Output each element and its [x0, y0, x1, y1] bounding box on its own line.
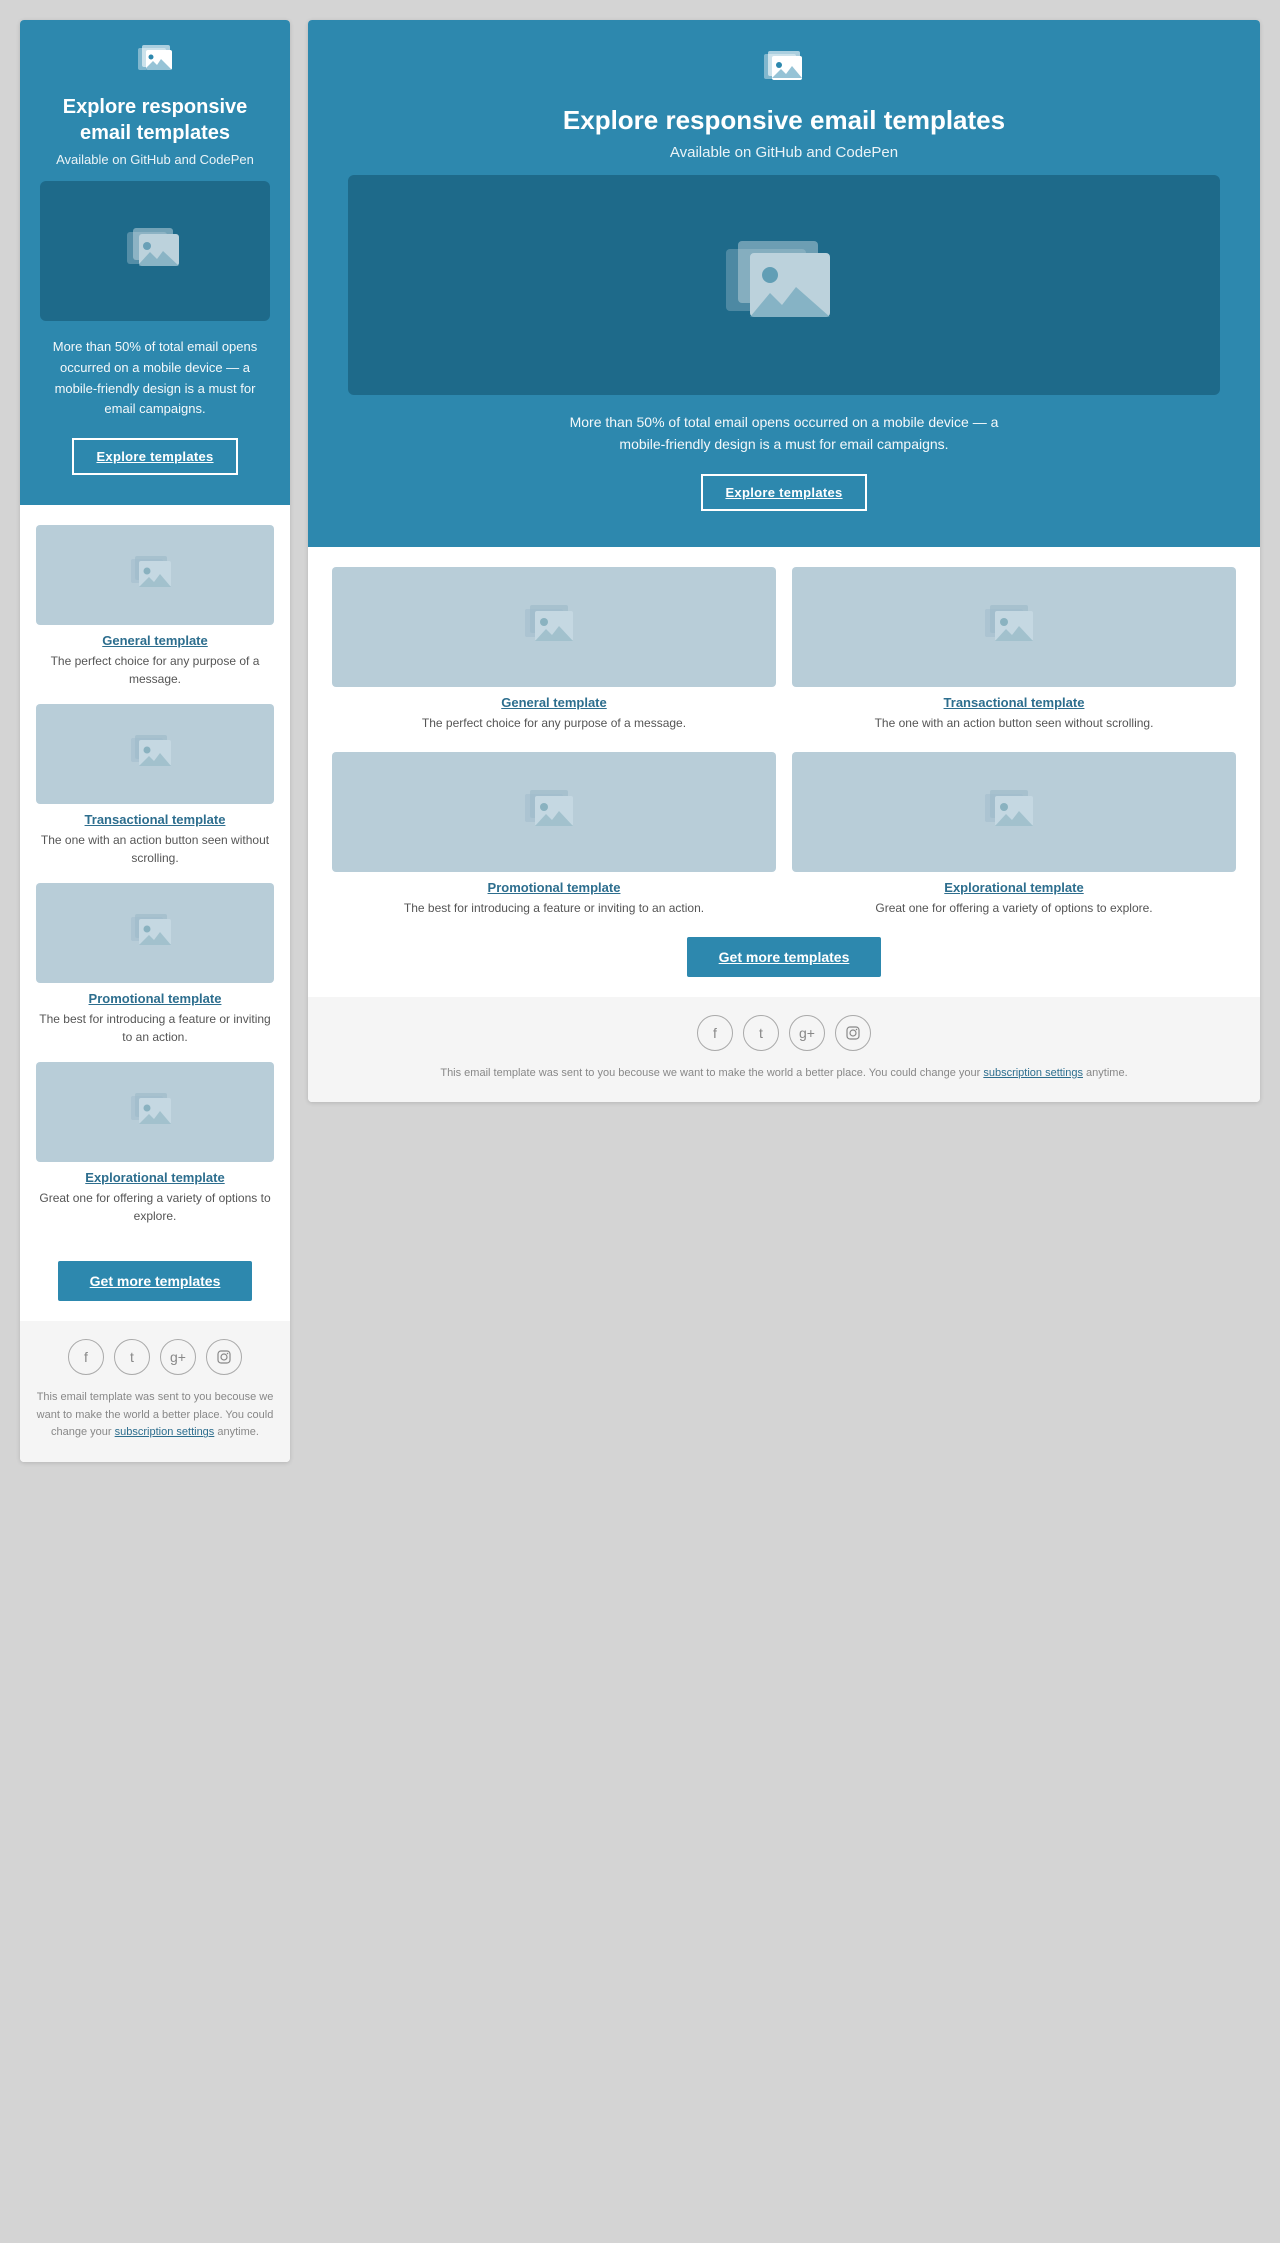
- desktop-get-more-section: Get more templates: [308, 927, 1260, 997]
- template-thumb-promotional-mobile: [36, 883, 274, 983]
- list-item: General template The perfect choice for …: [332, 567, 776, 732]
- transactional-template-desc-mobile: The one with an action button seen witho…: [36, 831, 274, 867]
- mobile-footer: f t g+ This email template was sent to y…: [20, 1321, 290, 1462]
- mobile-subscription-link[interactable]: subscription settings: [115, 1426, 215, 1438]
- template-thumb-explorational-desktop: [792, 752, 1236, 872]
- mobile-footer-text-after: anytime.: [214, 1426, 259, 1438]
- general-template-link-mobile[interactable]: General template: [36, 633, 274, 648]
- mobile-get-more-button[interactable]: Get more templates: [58, 1261, 253, 1301]
- desktop-get-more-button[interactable]: Get more templates: [687, 937, 882, 977]
- mobile-hero: Explore responsive email templates Avail…: [20, 20, 290, 505]
- mobile-footer-text: This email template was sent to you beco…: [36, 1389, 274, 1442]
- desktop-hero-desc: More than 50% of total email opens occur…: [564, 411, 1004, 456]
- instagram-icon-desktop[interactable]: [835, 1015, 871, 1051]
- page-wrapper: Explore responsive email templates Avail…: [20, 20, 1260, 2223]
- list-item: Explorational template Great one for off…: [792, 752, 1236, 917]
- list-item: Promotional template The best for introd…: [332, 752, 776, 917]
- mobile-hero-desc: More than 50% of total email opens occur…: [40, 337, 270, 420]
- promotional-template-link-mobile[interactable]: Promotional template: [36, 991, 274, 1006]
- facebook-icon-desktop[interactable]: f: [697, 1015, 733, 1051]
- twitter-icon-mobile[interactable]: t: [114, 1339, 150, 1375]
- list-item: General template The perfect choice for …: [36, 525, 274, 688]
- hero-icon-desktop: [348, 50, 1220, 94]
- mobile-templates-grid: General template The perfect choice for …: [36, 525, 274, 1225]
- general-template-link-desktop[interactable]: General template: [332, 695, 776, 710]
- explorational-template-link-desktop[interactable]: Explorational template: [792, 880, 1236, 895]
- transactional-template-desc-desktop: The one with an action button seen witho…: [792, 714, 1236, 732]
- desktop-footer-text-before: This email template was sent to you beco…: [440, 1067, 983, 1079]
- mobile-get-more-section: Get more templates: [20, 1241, 290, 1321]
- list-item: Transactional template The one with an a…: [36, 704, 274, 867]
- facebook-icon-mobile[interactable]: f: [68, 1339, 104, 1375]
- explorational-template-link-mobile[interactable]: Explorational template: [36, 1170, 274, 1185]
- mobile-templates-section: General template The perfect choice for …: [20, 505, 290, 1241]
- explorational-template-desc-desktop: Great one for offering a variety of opti…: [792, 899, 1236, 917]
- promotional-template-desc-mobile: The best for introducing a feature or in…: [36, 1010, 274, 1046]
- desktop-hero-subtitle: Available on GitHub and CodePen: [348, 144, 1220, 161]
- transactional-template-link-mobile[interactable]: Transactional template: [36, 812, 274, 827]
- template-thumb-general-desktop: [332, 567, 776, 687]
- desktop-explore-button[interactable]: Explore templates: [701, 474, 866, 511]
- template-thumb-transactional-desktop: [792, 567, 1236, 687]
- list-item: Transactional template The one with an a…: [792, 567, 1236, 732]
- template-thumb-general-mobile: [36, 525, 274, 625]
- template-thumb-promotional-desktop: [332, 752, 776, 872]
- promotional-template-link-desktop[interactable]: Promotional template: [332, 880, 776, 895]
- mobile-social-icons: f t g+: [36, 1339, 274, 1375]
- mobile-hero-title: Explore responsive email templates: [40, 94, 270, 146]
- transactional-template-link-desktop[interactable]: Transactional template: [792, 695, 1236, 710]
- desktop-hero-title: Explore responsive email templates: [348, 104, 1220, 138]
- general-template-desc-mobile: The perfect choice for any purpose of a …: [36, 652, 274, 688]
- template-thumb-explorational-mobile: [36, 1062, 274, 1162]
- desktop-footer-text: This email template was sent to you beco…: [324, 1065, 1244, 1083]
- template-thumb-transactional-mobile: [36, 704, 274, 804]
- googleplus-icon-desktop[interactable]: g+: [789, 1015, 825, 1051]
- promotional-template-desc-desktop: The best for introducing a feature or in…: [332, 899, 776, 917]
- desktop-hero: Explore responsive email templates Avail…: [308, 20, 1260, 547]
- explorational-template-desc-mobile: Great one for offering a variety of opti…: [36, 1189, 274, 1225]
- desktop-social-icons: f t g+: [324, 1015, 1244, 1051]
- desktop-hero-image: [348, 175, 1220, 395]
- desktop-footer: f t g+ This email template was sent to y…: [308, 997, 1260, 1103]
- mobile-column: Explore responsive email templates Avail…: [20, 20, 290, 1462]
- desktop-templates-section: General template The perfect choice for …: [308, 547, 1260, 927]
- desktop-footer-text-after: anytime.: [1083, 1067, 1128, 1079]
- general-template-desc-desktop: The perfect choice for any purpose of a …: [332, 714, 776, 732]
- desktop-column: Explore responsive email templates Avail…: [308, 20, 1260, 1102]
- desktop-templates-grid: General template The perfect choice for …: [308, 547, 1260, 927]
- hero-icon-mobile: [40, 44, 270, 84]
- list-item: Explorational template Great one for off…: [36, 1062, 274, 1225]
- mobile-hero-image: [40, 181, 270, 321]
- desktop-subscription-link[interactable]: subscription settings: [983, 1067, 1083, 1079]
- twitter-icon-desktop[interactable]: t: [743, 1015, 779, 1051]
- mobile-explore-button[interactable]: Explore templates: [72, 438, 237, 475]
- mobile-hero-subtitle: Available on GitHub and CodePen: [40, 152, 270, 167]
- list-item: Promotional template The best for introd…: [36, 883, 274, 1046]
- googleplus-icon-mobile[interactable]: g+: [160, 1339, 196, 1375]
- instagram-icon-mobile[interactable]: [206, 1339, 242, 1375]
